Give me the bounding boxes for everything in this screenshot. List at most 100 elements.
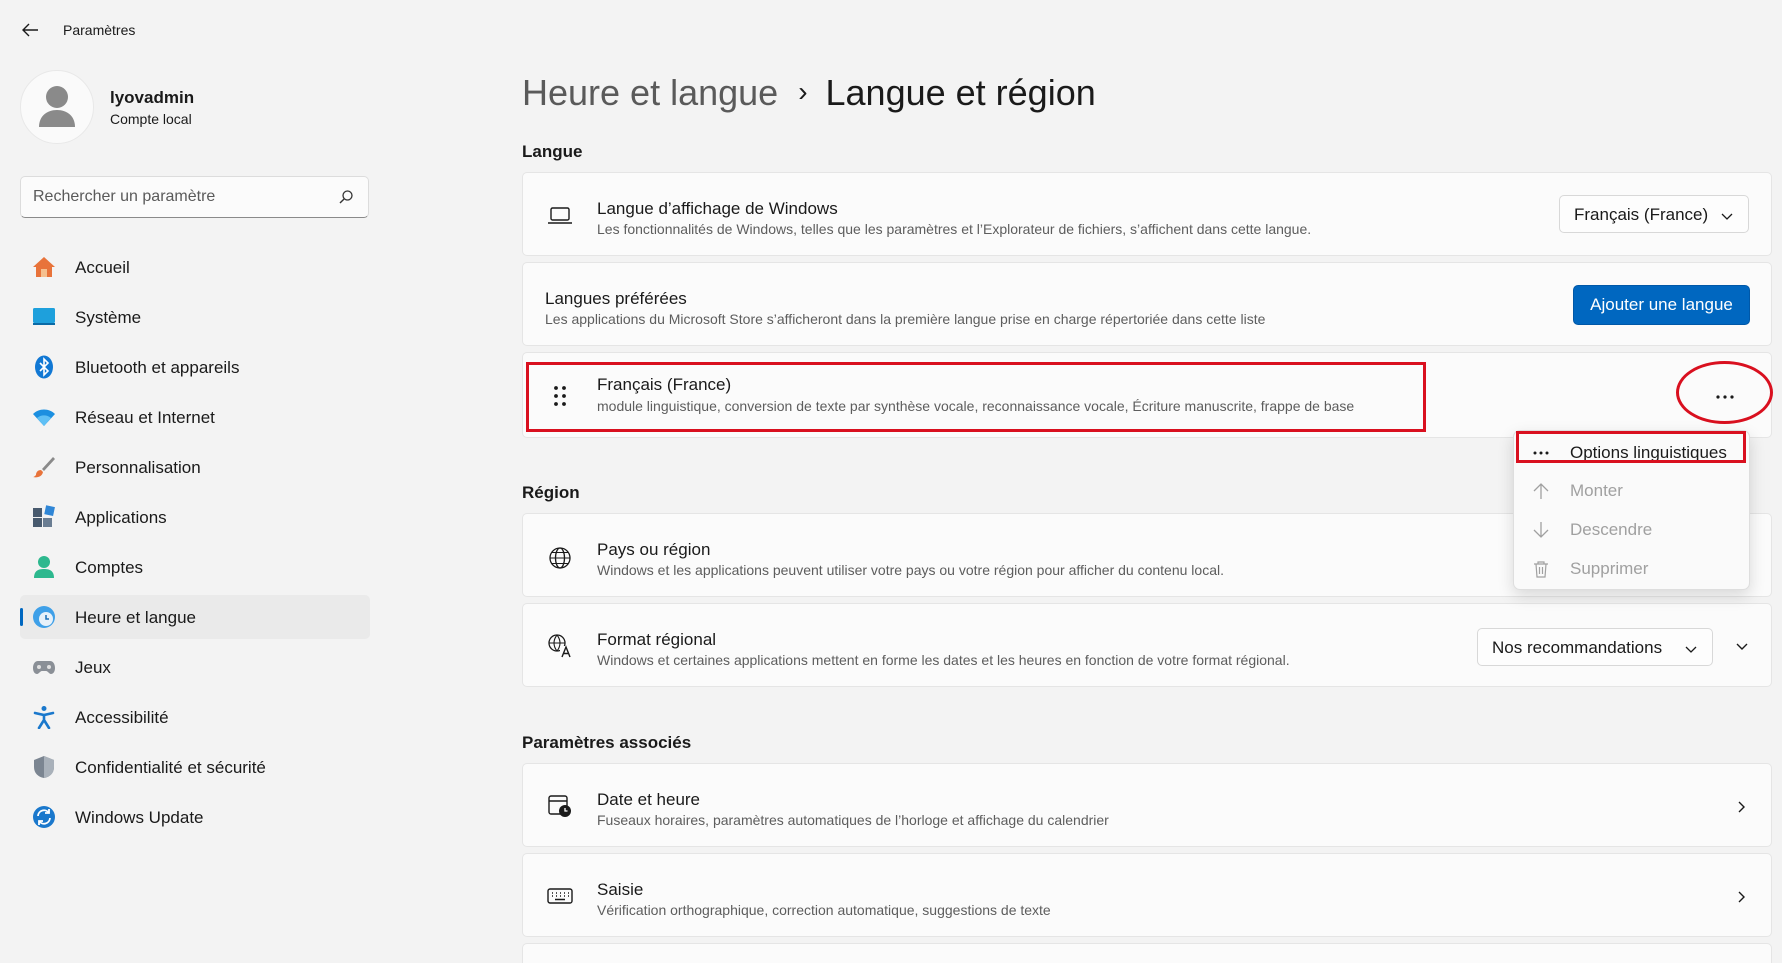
window-title: Paramètres (63, 22, 136, 38)
related-description: Vérification orthographique, correction … (597, 902, 1051, 918)
chevron-down-icon (1721, 213, 1733, 220)
related-date-time-card[interactable]: Date et heure Fuseaux horaires, paramètr… (522, 763, 1772, 847)
title-bar: Paramètres (0, 0, 1782, 60)
regional-format-card[interactable]: Format régional Windows et certaines app… (522, 603, 1772, 687)
globe-icon (549, 547, 571, 569)
sidebar-item-label: Confidentialité et sécurité (75, 758, 266, 777)
sidebar-item-label: Applications (75, 508, 167, 527)
search-input[interactable] (33, 186, 323, 208)
sidebar-item-heure-et-langue[interactable]: Heure et langue (20, 595, 370, 639)
trash-icon (1534, 561, 1548, 578)
sidebar-item-personnalisation[interactable]: Personnalisation (20, 445, 370, 489)
system-icon (33, 308, 55, 325)
more-options-button[interactable] (1705, 379, 1745, 413)
related-description: Fuseaux horaires, paramètres automatique… (597, 812, 1109, 828)
bluetooth-icon (35, 355, 53, 379)
menu-item-supprimer[interactable]: Supprimer (1518, 551, 1747, 587)
regional-format-title: Format régional (597, 630, 717, 649)
more-icon (1716, 395, 1734, 399)
sidebar-item-reseau[interactable]: Réseau et Internet (20, 395, 370, 439)
sidebar-item-jeux[interactable]: Jeux (20, 645, 370, 689)
expand-chevron-icon[interactable] (1735, 640, 1749, 654)
sidebar-item-systeme[interactable]: Système (20, 295, 370, 339)
laptop-icon (548, 207, 572, 224)
language-item-description: module linguistique, conversion de texte… (597, 398, 1355, 414)
breadcrumb: Heure et langue › Langue et région (522, 72, 1096, 120)
sidebar-item-label: Comptes (75, 558, 144, 577)
chevron-right-icon (1738, 801, 1745, 813)
network-icon (33, 409, 55, 426)
drag-handle-icon[interactable] (547, 383, 573, 409)
sidebar-item-applications[interactable]: Applications (20, 495, 370, 539)
sidebar-item-label: Accueil (75, 258, 130, 277)
calendar-clock-icon (548, 795, 571, 817)
account-type: Compte local (110, 111, 192, 127)
avatar (20, 70, 94, 144)
sidebar-item-comptes[interactable]: Comptes (20, 545, 370, 589)
menu-item-descendre[interactable]: Descendre (1518, 512, 1747, 548)
sidebar-item-label: Personnalisation (75, 458, 201, 477)
sidebar-item-label: Heure et langue (75, 608, 196, 627)
keyboard-icon (547, 888, 573, 904)
section-title-langue: Langue (522, 142, 583, 161)
display-language-title: Langue d’affichage de Windows (597, 199, 838, 218)
breadcrumb-parent[interactable]: Heure et langue (522, 72, 778, 113)
display-language-card: Langue d’affichage de Windows Les foncti… (522, 172, 1772, 256)
preferred-languages-description: Les applications du Microsoft Store s’af… (545, 311, 1266, 327)
username: lyovadmin (110, 88, 195, 107)
back-arrow-icon[interactable] (18, 18, 42, 42)
language-item-card[interactable]: Français (France) module linguistique, c… (522, 352, 1772, 438)
related-typing-card[interactable]: Saisie Vérification orthographique, corr… (522, 853, 1772, 937)
sidebar-item-confidentialite[interactable]: Confidentialité et sécurité (20, 745, 370, 789)
country-description: Windows et les applications peuvent util… (597, 562, 1224, 578)
user-avatar-icon (39, 86, 75, 127)
menu-item-label: Monter (1570, 481, 1623, 500)
chevron-right-icon (1738, 891, 1745, 903)
dropdown-value: Français (France) (1574, 205, 1709, 224)
sidebar-nav: Accueil Système Bluetooth et appareils R… (20, 245, 370, 845)
menu-item-options-linguistiques[interactable]: Options linguistiques (1518, 435, 1747, 471)
sidebar-item-label: Windows Update (75, 808, 204, 827)
related-next-card[interactable] (522, 943, 1772, 963)
home-icon (33, 257, 55, 277)
time-language-icon (33, 606, 55, 628)
sidebar-item-label: Réseau et Internet (75, 408, 215, 427)
page-title: Langue et région (825, 72, 1096, 113)
section-title-associes: Paramètres associés (522, 733, 692, 752)
regional-format-dropdown[interactable]: Nos recommandations (1477, 628, 1713, 666)
regional-format-description: Windows et certaines applications metten… (597, 652, 1290, 668)
menu-item-label: Supprimer (1570, 559, 1649, 578)
arrow-up-icon (1533, 483, 1549, 499)
sidebar-item-bluetooth[interactable]: Bluetooth et appareils (20, 345, 370, 389)
user-profile[interactable]: lyovadmin Compte local (20, 70, 380, 146)
shield-icon (34, 756, 54, 778)
more-icon (1533, 451, 1549, 455)
sidebar-item-windows-update[interactable]: Windows Update (20, 795, 370, 839)
country-title: Pays ou région (597, 540, 711, 559)
sidebar-item-label: Système (75, 308, 142, 327)
gamepad-icon (33, 661, 55, 674)
brush-icon (33, 457, 55, 478)
search-icon[interactable] (338, 189, 354, 205)
arrow-down-icon (1533, 522, 1549, 538)
accounts-icon (34, 556, 54, 578)
apps-icon (33, 505, 55, 527)
sidebar-item-label: Bluetooth et appareils (75, 358, 240, 377)
preferred-languages-title: Langues préférées (545, 289, 687, 308)
chevron-down-icon (1685, 646, 1697, 653)
preferred-languages-card: Langues préférées Les applications du Mi… (522, 262, 1772, 346)
search-box[interactable] (20, 176, 369, 218)
accessibility-icon (33, 706, 55, 729)
related-title: Saisie (597, 880, 644, 899)
sidebar-item-label: Accessibilité (75, 708, 169, 727)
update-icon (33, 806, 55, 828)
menu-item-monter[interactable]: Monter (1518, 473, 1747, 509)
sidebar-item-accueil[interactable]: Accueil (20, 245, 370, 289)
display-language-description: Les fonctionnalités de Windows, telles q… (597, 221, 1312, 237)
language-item-title: Français (France) (597, 375, 732, 394)
sidebar-item-accessibilite[interactable]: Accessibilité (20, 695, 370, 739)
display-language-dropdown[interactable]: Français (France) (1559, 195, 1749, 233)
language-context-menu: Options linguistiques Monter Descendre S… (1513, 430, 1750, 590)
menu-item-label: Options linguistiques (1570, 443, 1727, 462)
add-language-button[interactable]: Ajouter une langue (1573, 285, 1750, 325)
